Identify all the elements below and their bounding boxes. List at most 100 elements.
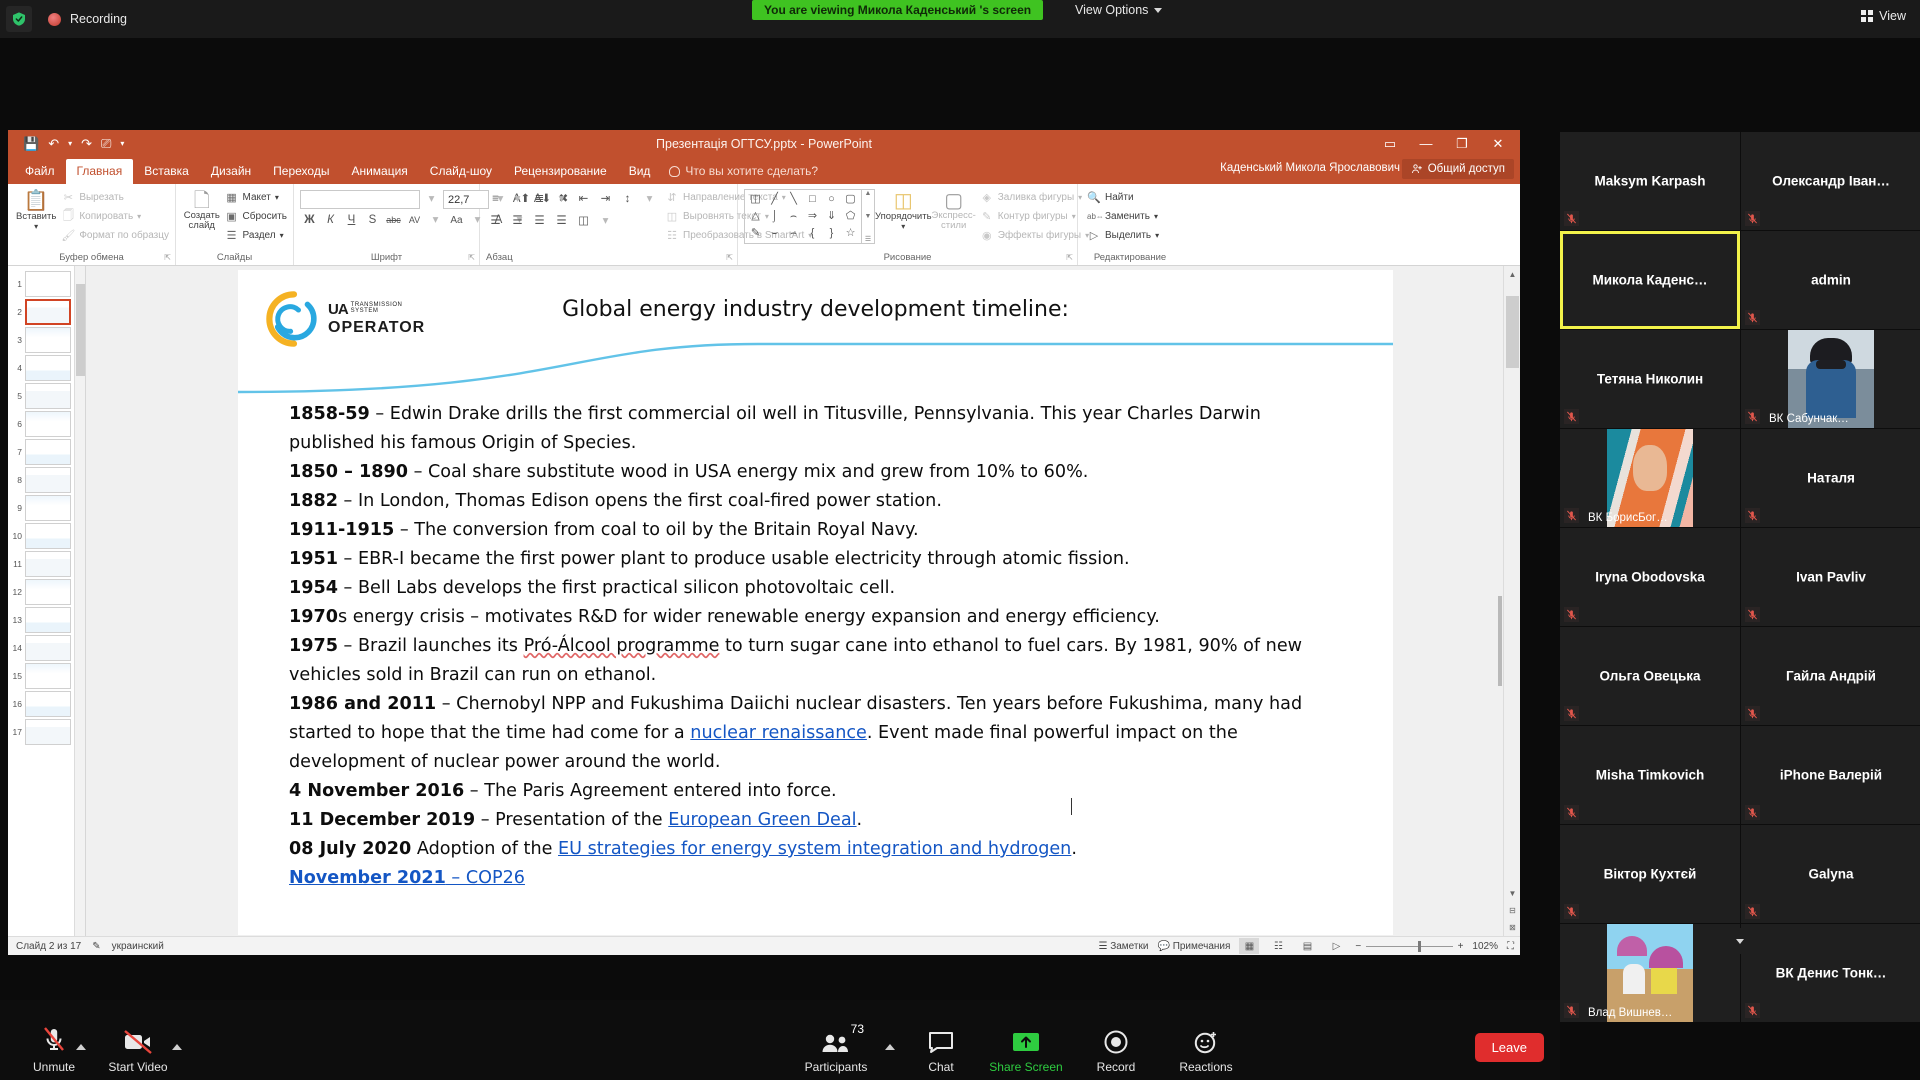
shape-rounded-rect-icon[interactable]: ▢: [841, 191, 860, 208]
slide-thumbnail-pane[interactable]: 1234567891011121314151617: [8, 266, 86, 936]
hyperlink[interactable]: – COP26: [446, 868, 525, 888]
find-button[interactable]: 🔍Найти: [1087, 189, 1159, 206]
spellcheck-icon[interactable]: ✎: [92, 941, 100, 952]
italic-button[interactable]: К: [321, 211, 340, 230]
participant-tile[interactable]: ВК БорисБог…: [1560, 429, 1740, 527]
tab-animations[interactable]: Анимация: [340, 159, 418, 184]
participant-tile[interactable]: Гайла Андрій: [1741, 627, 1920, 725]
shape-triangle-icon[interactable]: △: [746, 208, 765, 225]
participant-tile[interactable]: Микола Каденс…: [1560, 231, 1740, 329]
font-name-dropdown-icon[interactable]: ▾: [422, 190, 441, 209]
shape-rect-icon[interactable]: □: [803, 191, 822, 208]
panel-scroll-down-button[interactable]: [1706, 928, 1774, 954]
drawing-dialog-launcher-icon[interactable]: ⇱: [1066, 253, 1073, 262]
slide-editing-pane[interactable]: UA TRANSMISSION SYSTEM OPERATOR Global e…: [86, 266, 1520, 936]
scroll-up-icon[interactable]: ▲: [1504, 266, 1521, 283]
line-spacing-button[interactable]: ↕: [618, 190, 637, 209]
tab-view[interactable]: Вид: [618, 159, 662, 184]
shape-right-brace-icon[interactable]: }: [822, 225, 841, 242]
reset-button[interactable]: ▣Сбросить: [225, 208, 287, 225]
slide-counter[interactable]: Слайд 2 из 17: [16, 941, 81, 952]
font-dialog-launcher-icon[interactable]: ⇱: [468, 253, 475, 262]
justify-button[interactable]: ☰: [552, 212, 571, 231]
thumbnail-scrollbar[interactable]: [74, 266, 85, 936]
section-dropdown-icon[interactable]: ▾: [280, 231, 284, 240]
previous-slide-icon[interactable]: ⊟: [1504, 902, 1521, 919]
unmute-button[interactable]: Unmute: [8, 1024, 100, 1074]
slideshow-view-button[interactable]: ▷: [1326, 938, 1346, 954]
arrange-button[interactable]: ◫ Упорядочить ▾: [875, 189, 932, 231]
tab-transitions[interactable]: Переходы: [262, 159, 340, 184]
increase-indent-button[interactable]: ⇥: [596, 190, 615, 209]
tab-home[interactable]: Главная: [66, 159, 134, 184]
slide-body-text[interactable]: 1858-59 – Edwin Drake drills the first c…: [289, 400, 1351, 893]
participant-tile[interactable]: Ольга Овецька: [1560, 627, 1740, 725]
paragraph-dialog-launcher-icon[interactable]: ⇱: [726, 253, 733, 262]
slide-thumbnail-preview[interactable]: [25, 663, 71, 689]
slide-text-year[interactable]: November 2021: [289, 868, 446, 888]
fit-to-window-icon[interactable]: ⛶: [1507, 941, 1514, 952]
slide-thumbnail-preview[interactable]: [25, 523, 71, 549]
audio-options-chevron-icon[interactable]: [76, 1044, 86, 1050]
shape-elbow2-icon[interactable]: ⌢: [784, 208, 803, 225]
new-slide-button[interactable]: 🗋 Создать слайд: [182, 189, 222, 231]
reading-view-button[interactable]: ▤: [1297, 938, 1317, 954]
slide-thumbnail-preview[interactable]: [25, 635, 71, 661]
paste-button[interactable]: 📋 Вставить ▾: [14, 189, 58, 231]
language-indicator[interactable]: украинский: [112, 941, 164, 952]
shape-scroll-up-icon[interactable]: ▲: [865, 190, 872, 197]
slide-thumbnail-preview[interactable]: [25, 495, 71, 521]
shape-gallery-grid[interactable]: ◫╱╲□○▢ △⌡⌢⇒⇓⬠ ✎⌣⌢{}☆: [744, 189, 862, 244]
zoom-out-icon[interactable]: −: [1355, 941, 1361, 952]
shape-line-icon[interactable]: ╱: [765, 191, 784, 208]
shape-oval-icon[interactable]: ○: [822, 191, 841, 208]
shape-right-arrow-icon[interactable]: ⇒: [803, 208, 822, 225]
shape-star-icon[interactable]: ☆: [841, 225, 860, 242]
tab-insert[interactable]: Вставка: [133, 159, 200, 184]
slide-thumbnail-preview[interactable]: [25, 607, 71, 633]
underline-button[interactable]: Ч: [342, 211, 361, 230]
participant-tile[interactable]: Наталя: [1741, 429, 1920, 527]
shape-outline-button[interactable]: ✎Контур фигуры▾: [980, 208, 1089, 225]
text-shadow-button[interactable]: S: [363, 211, 382, 230]
copy-button[interactable]: 🗍Копировать▾: [61, 208, 169, 225]
notes-button[interactable]: ☰ Заметки: [1098, 941, 1148, 952]
columns-button[interactable]: ◫: [574, 212, 593, 231]
participant-tile[interactable]: Galyna: [1741, 825, 1920, 923]
scroll-thumb[interactable]: [1506, 296, 1519, 368]
select-dropdown-icon[interactable]: ▾: [1155, 231, 1159, 240]
cut-button[interactable]: ✂Вырезать: [61, 189, 169, 206]
slide-thumbnail-preview[interactable]: [25, 299, 71, 325]
bullets-dropdown-icon[interactable]: ▾: [508, 190, 527, 209]
encryption-shield-icon[interactable]: [6, 6, 32, 32]
font-name-input[interactable]: [300, 190, 420, 209]
shape-gallery-scrollbar[interactable]: ▲▼☰: [862, 189, 875, 244]
decrease-indent-button[interactable]: ⇤: [574, 190, 593, 209]
align-right-button[interactable]: ☰: [530, 212, 549, 231]
view-button[interactable]: View: [1861, 9, 1906, 23]
record-button[interactable]: Record: [1070, 1024, 1162, 1074]
slide-thumbnail-preview[interactable]: [25, 383, 71, 409]
shape-gallery[interactable]: ◫╱╲□○▢ △⌡⌢⇒⇓⬠ ✎⌣⌢{}☆ ▲▼☰: [744, 189, 875, 244]
zoom-level-label[interactable]: 102%: [1472, 941, 1498, 952]
participant-tile[interactable]: Maksym Karpash: [1560, 132, 1740, 230]
zoom-slider[interactable]: − +: [1355, 941, 1463, 952]
select-button[interactable]: ▷Выделить▾: [1087, 227, 1159, 244]
slide-thumbnail-preview[interactable]: [25, 719, 71, 745]
hyperlink[interactable]: European Green Deal: [668, 810, 856, 830]
slide-vertical-scrollbar[interactable]: ▲ ▼ ⊟ ⊠: [1503, 266, 1520, 936]
scroll-down-icon[interactable]: ▼: [1504, 885, 1521, 902]
shape-textbox-icon[interactable]: ◫: [746, 191, 765, 208]
tab-slideshow[interactable]: Слайд-шоу: [419, 159, 503, 184]
zoom-knob[interactable]: [1418, 941, 1421, 952]
align-left-button[interactable]: ☰: [486, 212, 505, 231]
zoom-track[interactable]: [1366, 946, 1452, 947]
participant-tile[interactable]: admin: [1741, 231, 1920, 329]
slide-thumbnail-preview[interactable]: [25, 551, 71, 577]
shape-effects-button[interactable]: ◉Эффекты фигуры▾: [980, 227, 1089, 244]
participant-tile[interactable]: Iryna Obodovska: [1560, 528, 1740, 626]
ribbon-display-options-icon[interactable]: ▭: [1372, 130, 1408, 157]
copy-dropdown-icon[interactable]: ▾: [137, 212, 141, 221]
change-case-button[interactable]: Aa: [447, 211, 466, 230]
slide-thumbnail-preview[interactable]: [25, 579, 71, 605]
